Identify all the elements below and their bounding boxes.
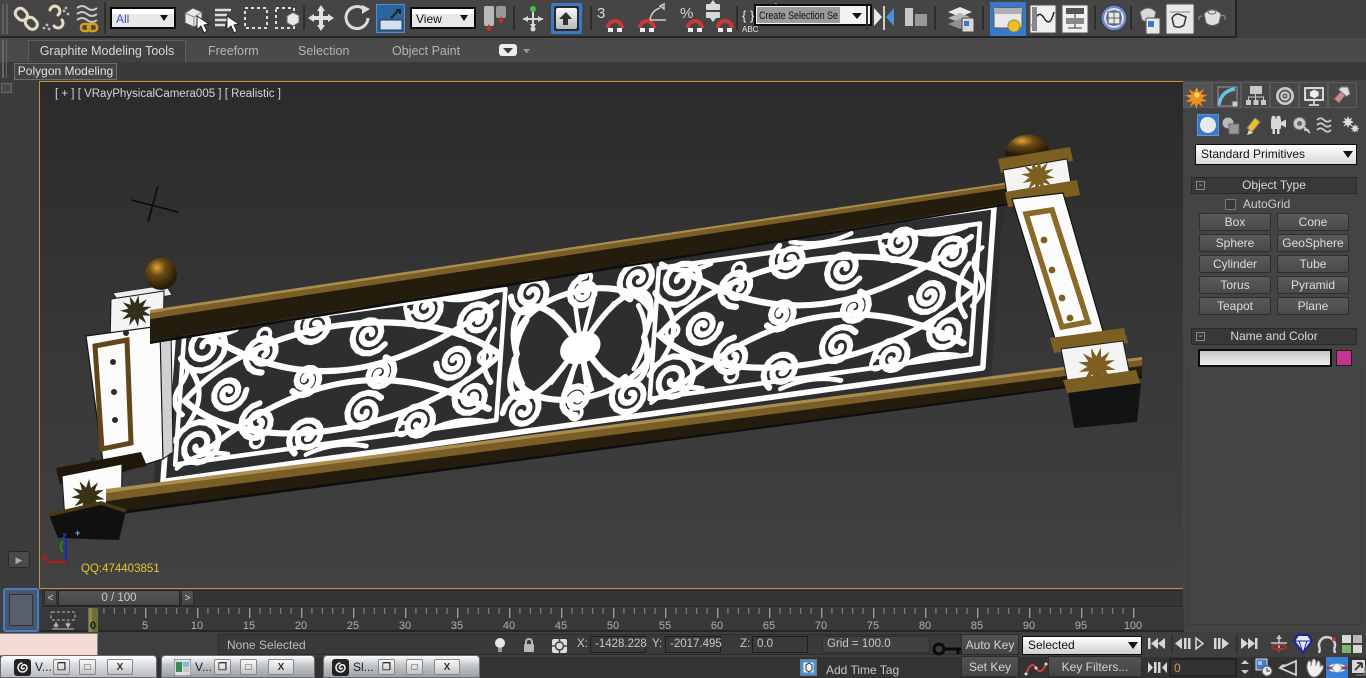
svg-text:20: 20 [295,620,307,632]
svg-text:55: 55 [659,620,671,632]
svg-text:10: 10 [191,620,203,632]
svg-text:{ }: { } [742,8,755,23]
svg-text:x: x [42,552,48,563]
svg-text:5: 5 [142,620,148,632]
svg-text:[ + ] [ VRayPhysicalCamera005: [ + ] [ VRayPhysicalCamera005 ] [ Realis… [55,88,281,100]
svg-text:50: 50 [607,620,619,632]
svg-text:0: 0 [1174,661,1181,675]
svg-text:75: 75 [867,620,879,632]
svg-text:+: + [75,528,80,538]
svg-text:90: 90 [1023,620,1035,632]
svg-text:95: 95 [1075,620,1087,632]
svg-text:80: 80 [919,620,931,632]
svg-text:40: 40 [503,620,515,632]
svg-text:60: 60 [711,620,723,632]
svg-text:35: 35 [451,620,463,632]
svg-text:0: 0 [90,620,96,632]
svg-text:Create Selection Se: Create Selection Se [759,10,838,22]
svg-text:100: 100 [1124,620,1142,632]
svg-text:70: 70 [815,620,827,632]
svg-text:%: % [680,5,693,22]
svg-text:45: 45 [555,620,567,632]
svg-text:30: 30 [399,620,411,632]
svg-text:View: View [416,12,442,26]
svg-text:All: All [116,12,129,26]
svg-text:65: 65 [763,620,775,632]
svg-text:QQ:474403851: QQ:474403851 [81,563,160,575]
svg-text:85: 85 [971,620,983,632]
svg-text:ABC: ABC [742,25,759,34]
svg-text:z: z [62,531,67,542]
svg-text:3: 3 [597,5,605,22]
svg-text:15: 15 [243,620,255,632]
svg-text:25: 25 [347,620,359,632]
